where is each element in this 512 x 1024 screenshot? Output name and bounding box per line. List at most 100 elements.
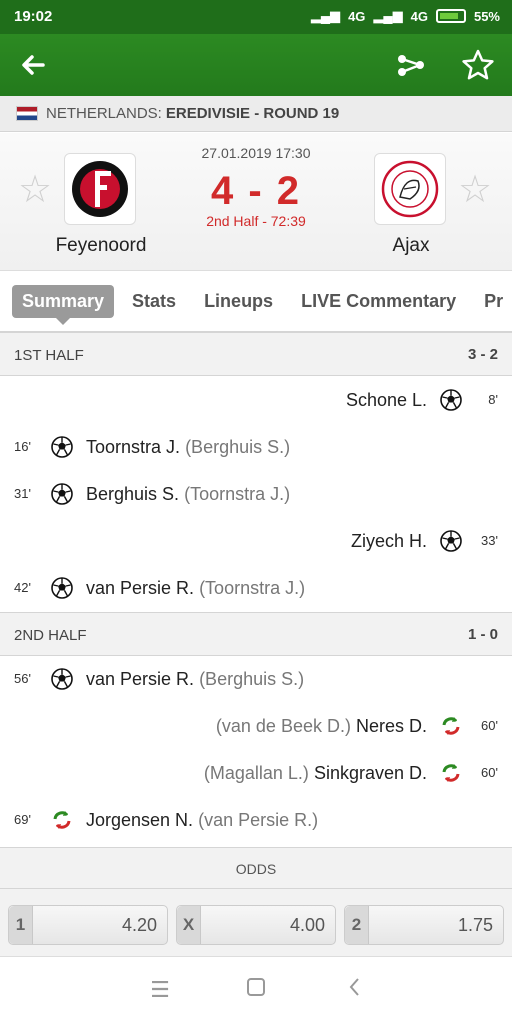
event-text: van Persie R. (Toornstra J.) — [86, 578, 305, 599]
event-text: Schone L. — [346, 390, 427, 411]
event-text: Toornstra J. (Berghuis S.) — [86, 437, 290, 458]
event-player: Neres D. — [355, 716, 427, 736]
event-minute: 42' — [14, 580, 31, 595]
back-chevron-icon[interactable] — [340, 977, 370, 1003]
odds-home-value: 4.20 — [121, 915, 157, 935]
event-text: Ziyech H. — [351, 531, 427, 552]
signal-icon: ▂▄▆ — [310, 8, 341, 23]
event-player: Berghuis S. — [86, 484, 180, 504]
event-assist: (Magallan L.) — [203, 763, 309, 783]
odds-home-button[interactable]: 1 4.20 — [8, 905, 168, 945]
event-row[interactable]: 60' (Magallan L.) Sinkgraven D. — [0, 750, 512, 797]
event-player: van Persie R. — [86, 578, 195, 598]
odds-row: 1 4.20 X 4.00 2 1.75 — [0, 889, 512, 957]
soccer-ball-icon — [51, 668, 73, 690]
event-player: Sinkgraven D. — [313, 763, 427, 783]
second-half-label: 2ND HALF — [14, 627, 87, 644]
event-text: van Persie R. (Berghuis S.) — [86, 669, 304, 690]
battery-icon — [435, 9, 466, 23]
netherlands-flag-icon — [16, 106, 38, 121]
share-icon — [398, 55, 424, 76]
soccer-ball-icon — [440, 389, 462, 411]
menu-icon[interactable]: ☰ — [145, 977, 175, 1003]
first-half-label: 1ST HALF — [14, 347, 84, 364]
event-text: Berghuis S. (Toornstra J.) — [86, 484, 290, 505]
soccer-ball-icon — [51, 483, 73, 505]
detail-tabs: Summary Stats Lineups LIVE Commentary Pr — [0, 272, 512, 332]
event-minute: 31' — [14, 486, 31, 501]
back-button[interactable] — [10, 42, 56, 88]
event-minute: 60' — [481, 718, 498, 733]
event-row[interactable]: 33' Ziyech H. — [0, 518, 512, 565]
event-player: Schone L. — [345, 390, 427, 410]
home-team-name[interactable]: Feyenoord — [31, 235, 171, 257]
odds-away-value: 1.75 — [457, 915, 493, 935]
tab-stats[interactable]: Stats — [122, 285, 186, 318]
event-row[interactable]: 16' Toornstra J. (Berghuis S.) — [0, 424, 512, 471]
odds-draw-key: X — [177, 906, 201, 944]
home-square-icon[interactable] — [241, 977, 271, 1003]
event-text: Jorgensen N. (van Persie R.) — [86, 810, 318, 831]
event-row[interactable]: 56' van Persie R. (Berghuis S.) — [0, 656, 512, 703]
substitution-icon — [440, 715, 462, 737]
match-header: ☆ Feyenoord 27.01.2019 17:30 4 - 2 2nd H… — [0, 133, 512, 271]
event-player: Ziyech H. — [350, 531, 427, 551]
odds-away-button[interactable]: 2 1.75 — [344, 905, 504, 945]
event-row[interactable]: 42' van Persie R. (Toornstra J.) — [0, 565, 512, 612]
event-assist: (Toornstra J.) — [199, 578, 306, 598]
event-minute: 56' — [14, 671, 31, 686]
status-bar: 19:02 ▂▄▆ 4G ▂▄▆ 4G 55% — [0, 0, 512, 34]
odds-away-key: 2 — [345, 906, 369, 944]
event-player: van Persie R. — [86, 669, 195, 689]
battery-level: 55% — [473, 8, 500, 24]
event-row[interactable]: 8' Schone L. — [0, 377, 512, 424]
signal-icon-2: ▂▄▆ — [373, 8, 403, 23]
event-minute: 60' — [481, 765, 498, 780]
second-half-score: 1 - 0 — [467, 626, 498, 643]
share-button[interactable] — [388, 42, 434, 88]
status-time: 19:02 — [14, 8, 53, 25]
league-country: NETHERLANDS: — [46, 105, 162, 122]
favorite-match-button[interactable] — [455, 42, 501, 88]
substitution-icon — [440, 762, 462, 784]
first-half-header: 1ST HALF 3 - 2 — [0, 332, 512, 376]
status-icons: ▂▄▆ 4G ▂▄▆ 4G 55% — [311, 8, 500, 24]
event-minute: 33' — [481, 533, 498, 548]
event-row[interactable]: 60' (van de Beek D.) Neres D. — [0, 703, 512, 750]
soccer-ball-icon — [440, 530, 462, 552]
star-outline-icon — [462, 49, 494, 80]
network-label: 4G — [348, 8, 366, 24]
event-assist: (van Persie R.) — [198, 810, 319, 830]
favorite-away-star-icon[interactable]: ☆ — [458, 171, 492, 209]
tab-more[interactable]: Pr — [474, 285, 512, 318]
odds-draw-value: 4.00 — [289, 915, 325, 935]
event-text: (Magallan L.) Sinkgraven D. — [204, 763, 427, 784]
odds-home-key: 1 — [9, 906, 33, 944]
substitution-icon — [51, 809, 73, 831]
tab-summary[interactable]: Summary — [12, 285, 115, 325]
away-team-name[interactable]: Ajax — [341, 235, 481, 257]
event-minute: 69' — [14, 812, 31, 827]
soccer-ball-icon — [51, 436, 73, 458]
first-half-score: 3 - 2 — [467, 346, 498, 363]
system-nav-bar: ☰ — [0, 957, 512, 1024]
tab-lineups[interactable]: Lineups — [194, 285, 283, 318]
soccer-ball-icon — [51, 577, 73, 599]
league-competition: EREDIVISIE - ROUND 19 — [165, 105, 340, 122]
event-assist: (Berghuis S.) — [185, 437, 291, 457]
event-row[interactable]: 31' Berghuis S. (Toornstra J.) — [0, 471, 512, 518]
event-assist: (Toornstra J.) — [184, 484, 291, 504]
event-player: Toornstra J. — [86, 437, 181, 457]
tab-live-commentary[interactable]: LIVE Commentary — [291, 285, 466, 318]
event-text: (van de Beek D.) Neres D. — [216, 716, 427, 737]
away-team-logo[interactable] — [374, 153, 446, 225]
network-label-2: 4G — [410, 8, 428, 24]
event-player: Jorgensen N. — [86, 810, 194, 830]
event-row[interactable]: 69' Jorgensen N. (van Persie R.) — [0, 797, 512, 844]
odds-draw-button[interactable]: X 4.00 — [176, 905, 336, 945]
event-assist: (Berghuis S.) — [199, 669, 305, 689]
league-bar[interactable]: NETHERLANDS: EREDIVISIE - ROUND 19 — [0, 96, 512, 132]
second-half-header: 2ND HALF 1 - 0 — [0, 612, 512, 656]
odds-header: ODDS — [0, 847, 512, 889]
event-minute: 8' — [488, 392, 498, 407]
